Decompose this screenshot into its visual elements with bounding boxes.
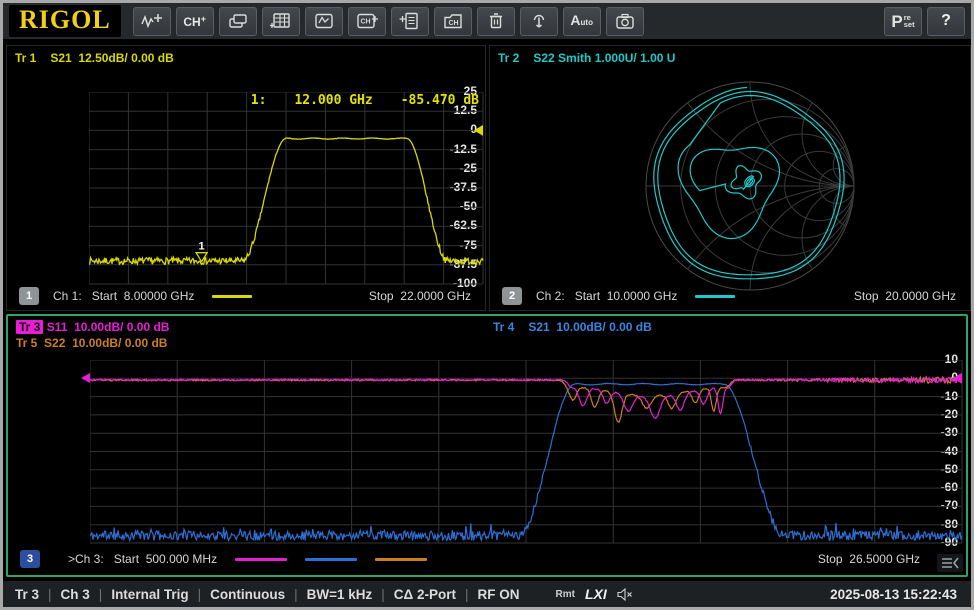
- preset-button[interactable]: P reset: [884, 7, 922, 36]
- help-button[interactable]: ?: [927, 7, 965, 36]
- status-active-trace[interactable]: Tr 3: [15, 587, 39, 602]
- folder-ch-icon: CH: [442, 11, 464, 31]
- channel-add-button[interactable]: CH+: [176, 7, 214, 36]
- trace1-swatch: [212, 295, 252, 298]
- hidden-menu-handle[interactable]: [937, 554, 963, 572]
- trace4-header[interactable]: Tr 4S21 10.00dB/ 0.00 dB: [493, 320, 652, 334]
- svg-text:CH: CH: [448, 20, 458, 27]
- channel-folder-button[interactable]: CH: [434, 7, 472, 36]
- speaker-mute-icon[interactable]: [617, 588, 633, 601]
- smith-chart: [490, 46, 970, 308]
- channel-window-button[interactable]: CH: [348, 7, 386, 36]
- trace3-header[interactable]: Tr 3 S11 10.00dB/ 0.00 dB: [16, 320, 169, 334]
- trash-icon: [485, 11, 507, 31]
- touch-mode-button[interactable]: [520, 7, 558, 36]
- toolbar: RIGOL CH+: [3, 3, 971, 41]
- channel3-badge[interactable]: 3: [20, 550, 40, 568]
- preset-icon: P reset: [891, 14, 914, 29]
- delete-button[interactable]: [477, 7, 515, 36]
- datetime: 2025-08-13 15:22:43: [830, 587, 957, 602]
- channel-add-icon: CH+: [183, 14, 206, 29]
- trace5-swatch: [375, 558, 427, 561]
- status-rf-state[interactable]: RF ON: [478, 587, 520, 602]
- trace1-header[interactable]: Tr 1S21 12.50dB/ 0.00 dB: [15, 51, 174, 65]
- marker1-readout: 1:12.000 GHz-85.470 dB: [187, 93, 479, 108]
- trace3-swatch: [235, 558, 287, 561]
- trace-window-button[interactable]: [305, 7, 343, 36]
- trace345-plot: [90, 360, 964, 546]
- ref-level-arrow-left[interactable]: [81, 373, 90, 383]
- measure-setup-button[interactable]: [391, 7, 429, 36]
- screenshot-button[interactable]: [606, 7, 644, 36]
- ref-level-arrow-right[interactable]: [474, 125, 483, 136]
- status-active-channel[interactable]: Ch 3: [61, 587, 90, 602]
- window-channel1[interactable]: Tr 1S21 12.50dB/ 0.00 dB 2512.50-12.5-25…: [6, 45, 486, 311]
- menu-icon: [940, 556, 960, 570]
- trace1-plot: 1: [89, 92, 485, 286]
- remote-indicator: Rmt: [556, 589, 575, 600]
- auto-scale-button[interactable]: Auto: [563, 7, 601, 36]
- status-sweep-mode[interactable]: Continuous: [210, 587, 285, 602]
- table-add-icon: [270, 11, 292, 31]
- layers-icon: [227, 11, 249, 31]
- table-add-button[interactable]: [262, 7, 300, 36]
- trace-add-button[interactable]: [133, 7, 171, 36]
- channel1-badge[interactable]: 1: [19, 287, 39, 305]
- camera-icon: [614, 11, 636, 31]
- status-cal-state[interactable]: CΔ 2-Port: [394, 587, 456, 602]
- window-layout-button[interactable]: [219, 7, 257, 36]
- status-if-bandwidth[interactable]: BW=1 kHz: [307, 587, 373, 602]
- help-icon: ?: [941, 12, 951, 30]
- window-channel3[interactable]: Tr 3 S11 10.00dB/ 0.00 dB Tr 4S21 10.00d…: [6, 314, 968, 577]
- channel2-badge[interactable]: 2: [502, 287, 522, 305]
- touch-icon: [528, 11, 550, 31]
- trace4-swatch: [305, 558, 357, 561]
- channel1-footer: 1 Ch 1: Start 8.00000 GHz Stop 22.0000 G…: [7, 284, 485, 308]
- channel2-footer: 2 Ch 2: Start 10.0000 GHz Stop 20.0000 G…: [490, 284, 970, 308]
- rigol-logo: RIGOL: [9, 5, 121, 37]
- lxi-indicator[interactable]: LXI: [585, 586, 607, 602]
- status-trigger-source[interactable]: Internal Trig: [111, 587, 188, 602]
- trace-add-icon: [140, 11, 164, 31]
- ref-level-arrow-right[interactable]: [953, 373, 962, 384]
- window-channel2[interactable]: Tr 2S22 Smith 1.000U/ 1.00 U 2 Ch 2: Sta…: [489, 45, 971, 311]
- status-bar: Tr 3| Ch 3| Internal Trig| Continuous| B…: [3, 579, 971, 607]
- svg-text:CH: CH: [360, 19, 370, 26]
- window-channel-add-icon: CH: [355, 11, 379, 31]
- vna-screen: RIGOL CH+: [0, 0, 974, 610]
- trace3-active-badge[interactable]: Tr 3: [16, 320, 43, 334]
- trace2-swatch: [695, 295, 735, 298]
- document-add-icon: [399, 11, 421, 31]
- chart-window-icon: [313, 11, 335, 31]
- auto-icon: Auto: [570, 12, 593, 30]
- channel3-footer: 3 >Ch 3: Start 500.000 MHz Stop 26.5000 …: [8, 547, 966, 571]
- marker-1-label: 1: [199, 241, 205, 253]
- trace5-header[interactable]: Tr 5 S22 10.00dB/ 0.00 dB: [16, 336, 167, 350]
